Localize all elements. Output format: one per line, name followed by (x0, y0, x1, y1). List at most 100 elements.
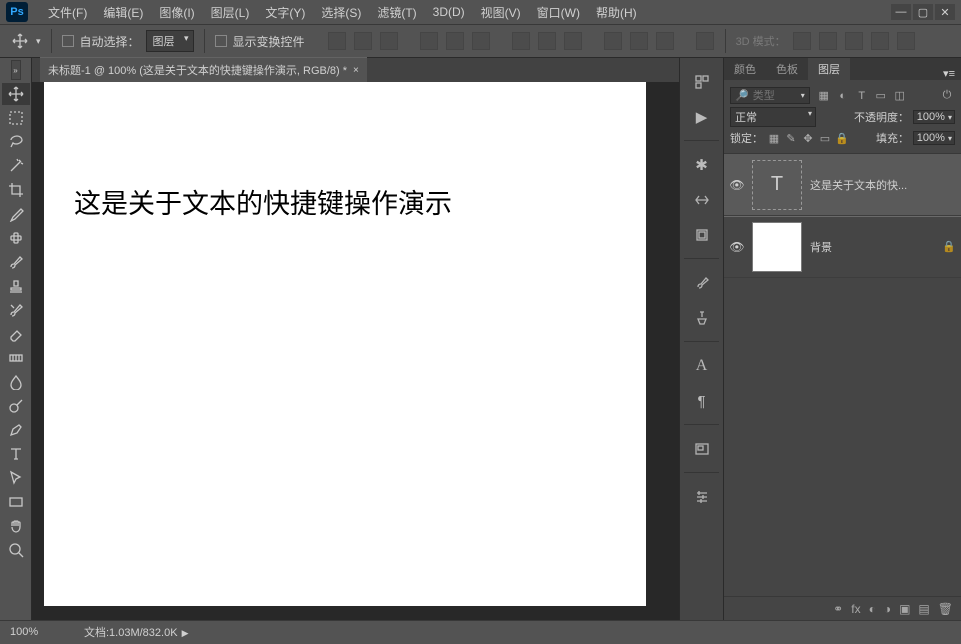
menu-filter[interactable]: 滤镜(T) (369, 4, 424, 21)
filter-type-icon[interactable]: T (854, 88, 870, 104)
menu-edit[interactable]: 编辑(E) (95, 4, 151, 21)
pen-tool[interactable] (2, 419, 30, 441)
layer-group-icon[interactable]: ▣ (899, 602, 910, 616)
auto-select-checkbox[interactable] (62, 35, 74, 47)
navigator-panel-icon[interactable] (688, 436, 716, 462)
magic-wand-tool[interactable] (2, 155, 30, 177)
link-layers-icon[interactable]: ⚭ (833, 602, 843, 616)
lasso-tool[interactable] (2, 131, 30, 153)
menu-help[interactable]: 帮助(H) (588, 4, 645, 21)
align-opt-1[interactable] (328, 32, 346, 50)
layer-visibility-toggle[interactable]: 👁 (724, 240, 750, 254)
lock-pixels-icon[interactable]: ✎ (784, 131, 798, 145)
zoom-level[interactable]: 100% (10, 626, 70, 638)
canvas[interactable]: 这是关于文本的快捷键操作演示 (44, 82, 646, 606)
history-brush-tool[interactable] (2, 299, 30, 321)
tab-color[interactable]: 颜色 (724, 58, 766, 80)
brush-presets-icon[interactable] (688, 305, 716, 331)
dist-opt-7[interactable] (696, 32, 714, 50)
path-select-tool[interactable] (2, 467, 30, 489)
dist-opt-2[interactable] (538, 32, 556, 50)
filter-adjust-icon[interactable]: ◐ (835, 88, 851, 104)
new-layer-icon[interactable]: ▤ (918, 602, 929, 616)
move-tool[interactable] (2, 83, 30, 105)
menu-image[interactable]: 图像(I) (151, 4, 202, 21)
minimize-button[interactable]: — (891, 4, 911, 20)
align-opt-2[interactable] (354, 32, 372, 50)
tab-layers[interactable]: 图层 (808, 58, 850, 80)
filter-shape-icon[interactable]: ▭ (873, 88, 889, 104)
layer-filter-search[interactable]: 🔎 ▾ (730, 87, 810, 104)
canvas-text[interactable]: 这是关于文本的快捷键操作演示 (44, 82, 646, 221)
marquee-tool[interactable] (2, 107, 30, 129)
gradient-tool[interactable] (2, 347, 30, 369)
zoom-tool[interactable] (2, 539, 30, 561)
layer-visibility-toggle[interactable]: 👁 (724, 178, 750, 192)
delete-layer-icon[interactable]: 🗑 (938, 602, 953, 616)
3d-opt-3[interactable] (845, 32, 863, 50)
align-opt-4[interactable] (420, 32, 438, 50)
toolbox-expand[interactable]: » (11, 60, 21, 80)
channels-panel-icon[interactable] (688, 222, 716, 248)
layer-mask-icon[interactable]: ◐ (869, 602, 876, 616)
filter-smart-icon[interactable]: ◫ (892, 88, 908, 104)
paragraph-panel-icon[interactable]: ¶ (688, 388, 716, 414)
tab-close-icon[interactable]: × (353, 65, 359, 76)
dist-opt-4[interactable] (604, 32, 622, 50)
fill-input[interactable]: 100% ▾ (913, 131, 955, 145)
align-opt-6[interactable] (472, 32, 490, 50)
styles-panel-icon[interactable] (688, 187, 716, 213)
lock-artboard-icon[interactable]: ▭ (818, 131, 832, 145)
crop-tool[interactable] (2, 179, 30, 201)
opacity-input[interactable]: 100% ▾ (913, 110, 955, 124)
hand-tool[interactable] (2, 515, 30, 537)
panel-menu-icon[interactable]: ▾≡ (937, 67, 961, 80)
menu-window[interactable]: 窗口(W) (529, 4, 588, 21)
filter-pixel-icon[interactable]: ▦ (816, 88, 832, 104)
blend-mode-dropdown[interactable]: 正常 (730, 107, 816, 127)
lock-all-icon[interactable]: 🔒 (835, 131, 849, 145)
menu-type[interactable]: 文字(Y) (257, 4, 313, 21)
close-button[interactable]: ✕ (935, 4, 955, 20)
auto-select-target[interactable]: 图层 (146, 30, 194, 52)
3d-opt-2[interactable] (819, 32, 837, 50)
healing-tool[interactable] (2, 227, 30, 249)
align-opt-3[interactable] (380, 32, 398, 50)
layer-filter-input[interactable] (753, 90, 797, 102)
lock-transparent-icon[interactable]: ▦ (767, 131, 781, 145)
tab-swatches[interactable]: 色板 (766, 58, 808, 80)
actions-panel-icon[interactable]: ▶ (688, 104, 716, 130)
properties-panel-icon[interactable] (688, 484, 716, 510)
eraser-tool[interactable] (2, 323, 30, 345)
dodge-tool[interactable] (2, 395, 30, 417)
adjustment-layer-icon[interactable]: ◑ (884, 602, 891, 616)
layer-name[interactable]: 这是关于文本的快... (810, 177, 937, 193)
character-panel-icon[interactable]: A (688, 353, 716, 379)
show-transform-checkbox[interactable] (215, 35, 227, 47)
menu-3d[interactable]: 3D(D) (425, 5, 473, 19)
brushes-panel-icon[interactable] (688, 270, 716, 296)
maximize-button[interactable]: ▢ (913, 4, 933, 20)
brush-tool[interactable] (2, 251, 30, 273)
menu-view[interactable]: 视图(V) (473, 4, 529, 21)
layer-name[interactable]: 背景 (810, 239, 937, 255)
stamp-tool[interactable] (2, 275, 30, 297)
layer-row[interactable]: 👁 T 这是关于文本的快... (724, 154, 961, 216)
3d-opt-5[interactable] (897, 32, 915, 50)
history-panel-icon[interactable] (688, 69, 716, 95)
3d-opt-1[interactable] (793, 32, 811, 50)
document-info[interactable]: 文档:1.03M/832.0K▶ (84, 624, 188, 640)
align-opt-5[interactable] (446, 32, 464, 50)
menu-layer[interactable]: 图层(L) (203, 4, 258, 21)
adjustments-panel-icon[interactable]: ✱ (688, 152, 716, 178)
dist-opt-5[interactable] (630, 32, 648, 50)
menu-select[interactable]: 选择(S) (313, 4, 369, 21)
rectangle-tool[interactable] (2, 491, 30, 513)
document-tab[interactable]: 未标题-1 @ 100% (这是关于文本的快捷键操作演示, RGB/8) * × (40, 57, 367, 82)
dist-opt-3[interactable] (564, 32, 582, 50)
filter-toggle[interactable]: ⏻ (939, 88, 955, 104)
eyedropper-tool[interactable] (2, 203, 30, 225)
layer-row[interactable]: 👁 背景 🔒 (724, 216, 961, 278)
menu-file[interactable]: 文件(F) (40, 4, 95, 21)
layer-fx-icon[interactable]: fx (851, 602, 860, 616)
